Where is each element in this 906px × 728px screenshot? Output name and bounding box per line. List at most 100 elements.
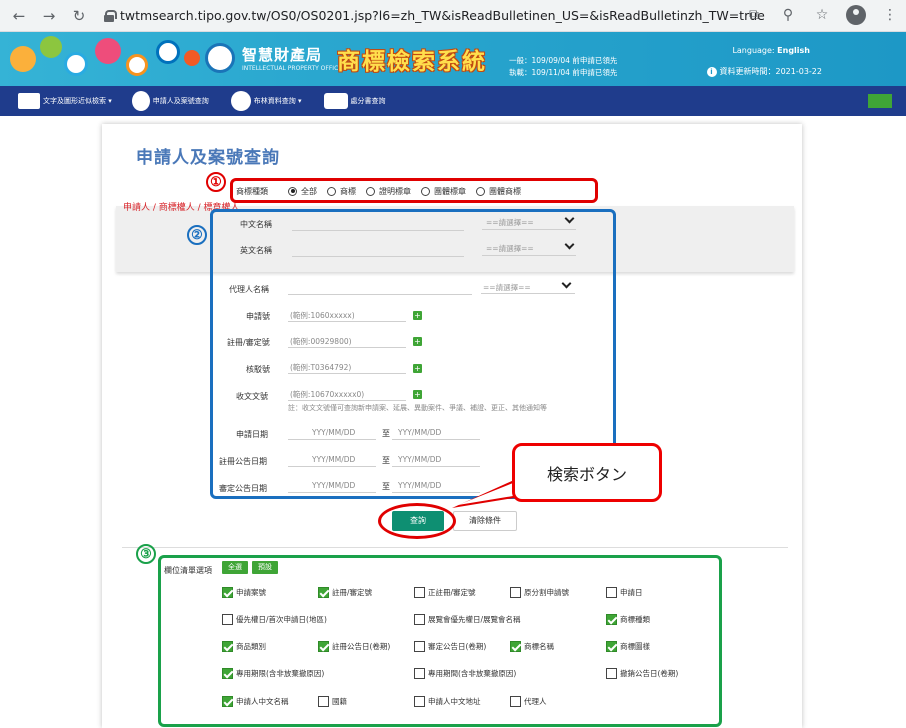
checkbox-label: 申請人中文地址 bbox=[428, 697, 481, 706]
checkbox-icon bbox=[606, 668, 617, 679]
book-icon bbox=[323, 93, 348, 109]
language-label: Language: bbox=[732, 46, 775, 55]
column-checkbox[interactable]: 註冊/審定號 bbox=[318, 587, 372, 598]
checkbox-label: 審定公告日(卷期) bbox=[428, 642, 487, 651]
search-button-callout: 検索ボタン bbox=[512, 443, 662, 502]
info-icon: i bbox=[706, 66, 717, 77]
select-all-button[interactable]: 全選 bbox=[222, 561, 248, 574]
checkbox-checked-icon bbox=[318, 587, 329, 598]
reload-icon[interactable]: ↻ bbox=[68, 5, 90, 27]
nav-decision-search[interactable]: 處分書查詢 bbox=[323, 93, 386, 109]
translate-icon[interactable]: ⧉ bbox=[744, 5, 764, 25]
column-checkbox[interactable]: 申請案號 bbox=[222, 587, 266, 598]
checkbox-icon bbox=[606, 587, 617, 598]
column-checkbox[interactable]: 申請日 bbox=[606, 587, 643, 598]
lock-icon bbox=[104, 9, 117, 22]
column-checkbox[interactable]: 代理人 bbox=[510, 696, 547, 707]
checkbox-label: 註冊/審定號 bbox=[332, 588, 373, 597]
default-button[interactable]: 預設 bbox=[252, 561, 278, 574]
column-options-label: 欄位清單選項 bbox=[164, 566, 212, 575]
column-checkbox[interactable]: 申請人中文地址 bbox=[414, 696, 481, 707]
address-bar[interactable]: twtmsearch.tipo.gov.tw/OS0/OS0201.jsp?l6… bbox=[120, 8, 765, 23]
checkbox-label: 撤銷公告日(卷期) bbox=[620, 669, 679, 678]
checkbox-label: 正註冊/審定號 bbox=[428, 588, 476, 597]
column-checkbox[interactable]: 商品類別 bbox=[222, 641, 266, 652]
checkbox-label: 申請人中文名稱 bbox=[236, 697, 289, 706]
bookmark-star-icon[interactable]: ☆ bbox=[812, 5, 832, 25]
column-checkbox[interactable]: 商標圖樣 bbox=[606, 641, 650, 652]
column-checkbox[interactable]: 商標種類 bbox=[606, 614, 650, 625]
annotation-number-1: ① bbox=[206, 172, 226, 192]
language-switch[interactable]: Language: English bbox=[732, 46, 810, 55]
checkbox-label: 商標名稱 bbox=[524, 642, 554, 651]
decorative-circle-icon bbox=[95, 38, 121, 64]
tipo-logo bbox=[205, 43, 235, 73]
checkbox-label: 商標種類 bbox=[620, 615, 650, 624]
language-value[interactable]: English bbox=[777, 46, 810, 55]
annotation-box-1 bbox=[230, 178, 598, 203]
menu-dots-icon[interactable]: ⋮ bbox=[880, 5, 900, 25]
checkbox-icon bbox=[318, 696, 329, 707]
column-checkbox[interactable]: 申請人中文名稱 bbox=[222, 696, 289, 707]
checkbox-checked-icon bbox=[606, 641, 617, 652]
checkbox-label: 專用期限(含非放棄撤原因) bbox=[236, 669, 325, 678]
checkbox-icon bbox=[414, 587, 425, 598]
nav-text-image-search[interactable]: 文字及圖形近似檢索 ▾ bbox=[18, 93, 112, 109]
site-header: 智慧財產局 INTELLECTUAL PROPERTY OFFICE 商標檢索系… bbox=[0, 32, 906, 86]
column-checkbox[interactable]: 正註冊/審定號 bbox=[414, 587, 476, 598]
column-checkbox[interactable]: 專用期限(含非放棄撤原因) bbox=[222, 668, 324, 679]
checkbox-label: 代理人 bbox=[524, 697, 547, 706]
nav-label: 布林資料查詢 ▾ bbox=[253, 97, 302, 105]
update-time: i 資料更新時間：2021-03-22 bbox=[706, 66, 822, 77]
column-checkbox[interactable]: 註冊公告日(卷期) bbox=[318, 641, 390, 652]
column-checkbox[interactable]: 撤銷公告日(卷期) bbox=[606, 668, 678, 679]
column-checkbox[interactable]: 國籍 bbox=[318, 696, 347, 707]
person-icon bbox=[131, 91, 150, 111]
checkbox-icon bbox=[414, 614, 425, 625]
annotation-number-3: ③ bbox=[136, 544, 156, 564]
column-checkbox[interactable]: 商標名稱 bbox=[510, 641, 554, 652]
system-title: 商標檢索系統 bbox=[337, 49, 487, 75]
checkbox-checked-icon bbox=[606, 614, 617, 625]
checkbox-label: 原分割申請號 bbox=[524, 588, 569, 597]
nav-boolean-search[interactable]: 布林資料查詢 ▾ bbox=[230, 91, 302, 111]
forward-arrow-icon[interactable]: → bbox=[38, 5, 60, 27]
agency-name: 智慧財產局 bbox=[242, 46, 323, 64]
nav-label: 申請人及案號查詢 bbox=[152, 97, 209, 105]
checkbox-checked-icon bbox=[510, 641, 521, 652]
column-checkbox[interactable]: 展覽會優先權日/展覽會名稱 bbox=[414, 614, 521, 625]
checkbox-checked-icon bbox=[222, 641, 233, 652]
checkbox-label: 商品類別 bbox=[236, 642, 266, 651]
column-checkbox[interactable]: 優先權日/首次申請日(地區) bbox=[222, 614, 327, 625]
checkbox-label: 申請日 bbox=[620, 588, 643, 597]
page-title: 申請人及案號查詢 bbox=[136, 148, 280, 168]
checkbox-checked-icon bbox=[222, 668, 233, 679]
back-arrow-icon[interactable]: ← bbox=[8, 5, 30, 27]
zoom-icon[interactable]: ⚲ bbox=[778, 5, 798, 25]
nav-extra-icon[interactable] bbox=[868, 94, 892, 108]
decorative-circle-icon bbox=[64, 52, 88, 76]
callout-pointer bbox=[452, 480, 514, 508]
checkbox-icon bbox=[510, 696, 521, 707]
column-checkbox[interactable]: 審定公告日(卷期) bbox=[414, 641, 486, 652]
checkbox-label: 商標圖樣 bbox=[620, 642, 650, 651]
decorative-circle-icon bbox=[40, 36, 62, 58]
checkbox-label: 優先權日/首次申請日(地區) bbox=[236, 615, 327, 624]
checkbox-label: 註冊公告日(卷期) bbox=[332, 642, 391, 651]
info-line-2: 執載：109/11/04 前申請已領先 bbox=[509, 68, 618, 77]
decorative-circle-icon bbox=[10, 46, 36, 72]
people-icon bbox=[230, 91, 251, 111]
nav-label: 文字及圖形近似檢索 ▾ bbox=[43, 97, 112, 105]
text-search-icon bbox=[18, 93, 40, 109]
checkbox-label: 申請案號 bbox=[236, 588, 266, 597]
column-checkbox[interactable]: 專用期間(含非放棄撤原因) bbox=[414, 668, 516, 679]
nav-applicant-search[interactable]: 申請人及案號查詢 bbox=[131, 91, 209, 111]
column-checkbox[interactable]: 原分割申請號 bbox=[510, 587, 569, 598]
section-divider bbox=[122, 547, 788, 548]
profile-avatar[interactable] bbox=[846, 5, 866, 25]
checkbox-icon bbox=[510, 587, 521, 598]
decorative-circle-icon bbox=[156, 40, 180, 64]
checkbox-icon bbox=[414, 696, 425, 707]
info-line-1: 一般：109/09/04 前申請已領先 bbox=[509, 56, 618, 65]
main-nav: 文字及圖形近似檢索 ▾ 申請人及案號查詢 布林資料查詢 ▾ 處分書查詢 bbox=[0, 86, 906, 116]
